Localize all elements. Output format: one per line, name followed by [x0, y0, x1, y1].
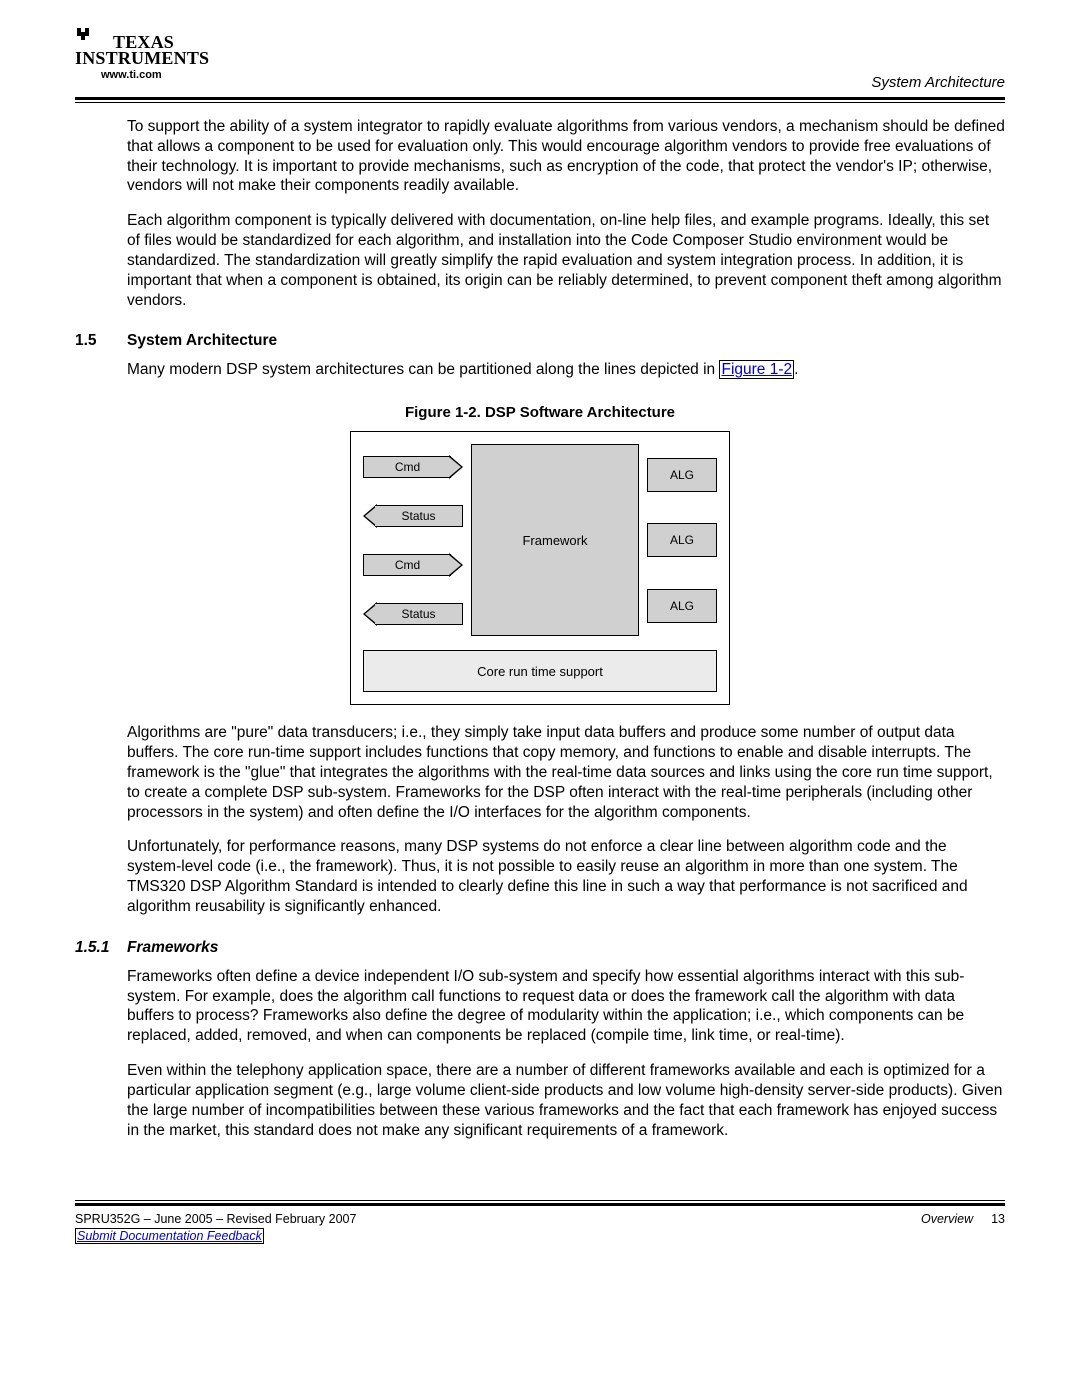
paragraph: Frameworks often define a device indepen… — [127, 967, 1005, 1046]
figure: Cmd Status Cmd Status — [75, 431, 1005, 705]
status-arrow: Status — [363, 503, 463, 529]
section-heading: 1.5 System Architecture — [75, 332, 1005, 350]
alg-box: ALG — [647, 523, 717, 557]
figure-link[interactable]: Figure 1-2 — [719, 360, 794, 379]
paragraph: To support the ability of a system integ… — [127, 117, 1005, 196]
section-header-label: System Architecture — [871, 74, 1005, 91]
logo-url: www.ti.com — [101, 69, 209, 81]
figure-caption: Figure 1-2. DSP Software Architecture — [75, 404, 1005, 421]
footer-rule — [75, 1200, 1005, 1206]
doc-id-date: SPRU352G – June 2005 – Revised February … — [75, 1212, 356, 1226]
arrow-label: Status — [375, 603, 463, 625]
footer-section-label: Overview — [921, 1212, 973, 1226]
subsection-number: 1.5.1 — [75, 939, 127, 957]
logo-line2: INSTRUMENTS — [75, 49, 209, 67]
arrow-right-icon — [449, 553, 463, 577]
feedback-link[interactable]: Submit Documentation Feedback — [75, 1228, 264, 1244]
subsection-title: Frameworks — [127, 939, 218, 957]
text: . — [794, 361, 798, 378]
arrow-right-icon — [449, 455, 463, 479]
section-number: 1.5 — [75, 332, 127, 350]
paragraph: Each algorithm component is typically de… — [127, 211, 1005, 310]
arrow-label: Status — [375, 505, 463, 527]
alg-box: ALG — [647, 458, 717, 492]
subsection-heading: 1.5.1 Frameworks — [75, 939, 1005, 957]
paragraph: Even within the telephony application sp… — [127, 1061, 1005, 1140]
page-number: 13 — [991, 1212, 1005, 1226]
ti-logo: TEXAS INSTRUMENTS www.ti.com — [75, 26, 209, 81]
page-footer: SPRU352G – June 2005 – Revised February … — [75, 1212, 1005, 1244]
core-runtime-box: Core run time support — [363, 650, 717, 692]
paragraph: Many modern DSP system architectures can… — [127, 360, 1005, 380]
arrow-label: Cmd — [363, 456, 451, 478]
cmd-arrow: Cmd — [363, 454, 463, 480]
framework-box: Framework — [471, 444, 639, 636]
status-arrow: Status — [363, 601, 463, 627]
chip-icon — [75, 26, 93, 49]
arrow-label: Cmd — [363, 554, 451, 576]
text: Many modern DSP system architectures can… — [127, 361, 719, 378]
alg-box: ALG — [647, 589, 717, 623]
cmd-arrow: Cmd — [363, 552, 463, 578]
section-title: System Architecture — [127, 332, 277, 350]
paragraph: Unfortunately, for performance reasons, … — [127, 837, 1005, 916]
paragraph: Algorithms are "pure" data transducers; … — [127, 723, 1005, 822]
page-header: TEXAS INSTRUMENTS www.ti.com System Arch… — [75, 26, 1005, 91]
header-rule — [75, 97, 1005, 103]
